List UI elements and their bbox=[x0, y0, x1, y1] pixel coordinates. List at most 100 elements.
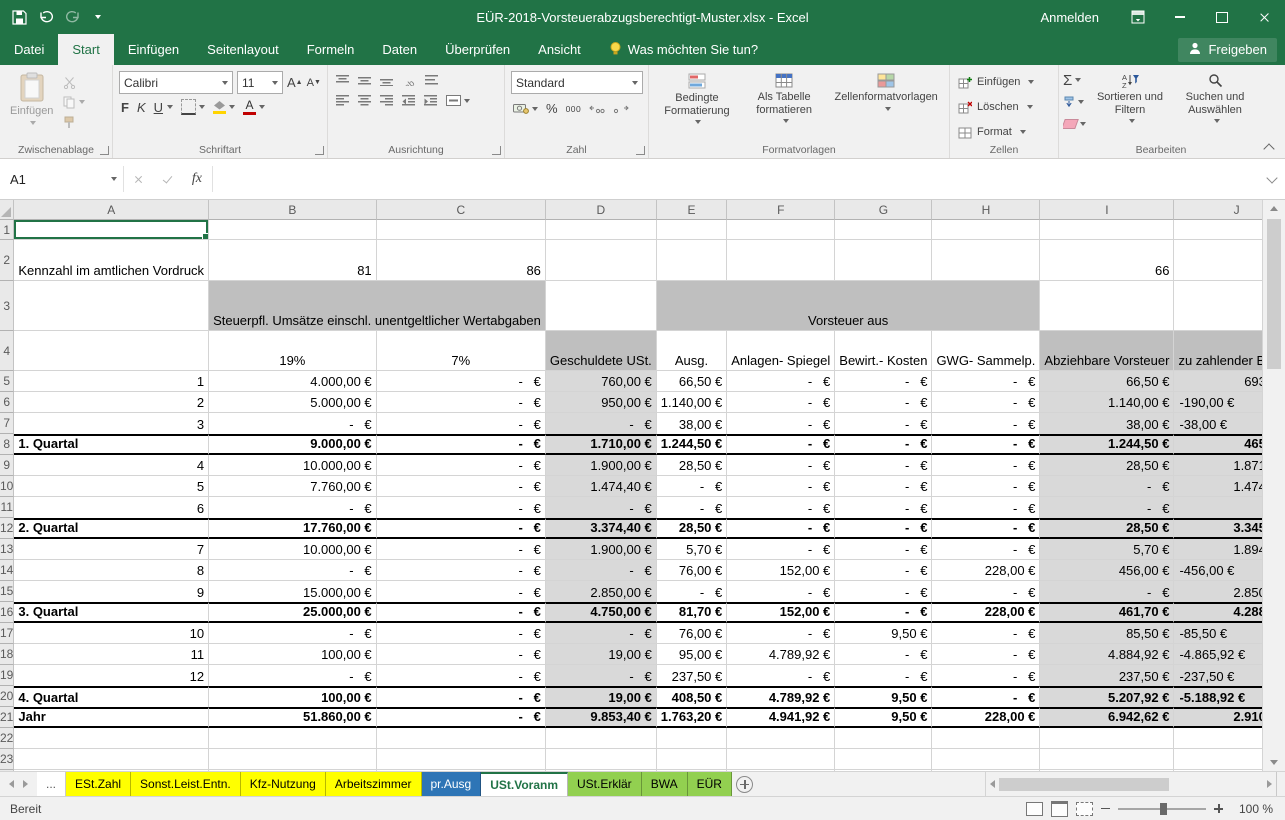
cell-D10[interactable]: 1.474,40 € bbox=[546, 476, 657, 497]
italic-button[interactable]: K bbox=[137, 100, 146, 115]
expand-formula-bar-icon[interactable] bbox=[1259, 166, 1285, 192]
cell-D9[interactable]: 1.900,00 € bbox=[546, 455, 657, 476]
scroll-down-icon[interactable] bbox=[1263, 754, 1285, 771]
cell-H18[interactable]: - € bbox=[932, 644, 1040, 665]
cell-G12[interactable]: - € bbox=[835, 518, 932, 539]
page-layout-view-icon[interactable] bbox=[1051, 801, 1068, 817]
cell-J23[interactable] bbox=[1174, 749, 1262, 770]
cell-A5[interactable]: 1 bbox=[14, 371, 209, 392]
cell-H22[interactable] bbox=[932, 728, 1040, 749]
cell-D19[interactable]: - € bbox=[546, 665, 657, 686]
cell-I21[interactable]: 6.942,62 € bbox=[1040, 707, 1174, 728]
cell-F14[interactable]: 152,00 € bbox=[727, 560, 835, 581]
format-painter-button[interactable] bbox=[63, 114, 85, 130]
cell-B20[interactable]: 100,00 € bbox=[209, 686, 377, 707]
fill-button[interactable] bbox=[1063, 94, 1086, 110]
next-sheet-icon[interactable] bbox=[23, 780, 28, 788]
row-header-14[interactable]: 14 bbox=[0, 560, 14, 581]
column-header-J[interactable]: J bbox=[1174, 200, 1262, 220]
cell-C14[interactable]: - € bbox=[377, 560, 546, 581]
cell-D7[interactable]: - € bbox=[546, 413, 657, 434]
borders-button[interactable] bbox=[181, 99, 205, 115]
cell-G7[interactable]: - € bbox=[835, 413, 932, 434]
cell-C23[interactable] bbox=[377, 749, 546, 770]
cell-F6[interactable]: - € bbox=[727, 392, 835, 413]
cell-G9[interactable]: - € bbox=[835, 455, 932, 476]
cell-I17[interactable]: 85,50 € bbox=[1040, 623, 1174, 644]
cell-G23[interactable] bbox=[835, 749, 932, 770]
cell-F22[interactable] bbox=[727, 728, 835, 749]
cell-F7[interactable]: - € bbox=[727, 413, 835, 434]
cell-I22[interactable] bbox=[1040, 728, 1174, 749]
close-button[interactable] bbox=[1243, 0, 1285, 34]
sheet-tab-overflow[interactable]: ... bbox=[37, 772, 66, 796]
normal-view-icon[interactable] bbox=[1026, 802, 1043, 816]
cell-B12[interactable]: 17.760,00 € bbox=[209, 518, 377, 539]
cell-E4[interactable]: Ausg. bbox=[657, 331, 727, 371]
insert-cells-button[interactable]: Einfügen bbox=[954, 71, 1054, 93]
cell-H14[interactable]: 228,00 € bbox=[932, 560, 1040, 581]
cell-A13[interactable]: 7 bbox=[14, 539, 209, 560]
sheet-tab-sonst.leist.entn.[interactable]: Sonst.Leist.Entn. bbox=[131, 772, 241, 796]
cell-C2[interactable]: 86 bbox=[377, 240, 546, 281]
cell-F9[interactable]: - € bbox=[727, 455, 835, 476]
cell-E18[interactable]: 95,00 € bbox=[657, 644, 727, 665]
formula-input[interactable] bbox=[213, 166, 1259, 192]
column-header-G[interactable]: G bbox=[835, 200, 932, 220]
merge-center-button[interactable] bbox=[446, 95, 470, 106]
cell-D12[interactable]: 3.374,40 € bbox=[546, 518, 657, 539]
paste-button[interactable]: Einfügen bbox=[4, 68, 59, 140]
cell-J22[interactable] bbox=[1174, 728, 1262, 749]
fill-color-button[interactable] bbox=[213, 101, 235, 114]
cell-J12[interactable]: 3.345,90 € bbox=[1174, 518, 1262, 539]
cell-A22[interactable] bbox=[14, 728, 209, 749]
cut-button[interactable] bbox=[63, 74, 85, 90]
cell-J7[interactable]: -38,00 € bbox=[1174, 413, 1262, 434]
cell-J10[interactable]: 1.474,40 € bbox=[1174, 476, 1262, 497]
cell-I3[interactable] bbox=[1040, 281, 1174, 331]
cell-B3[interactable]: Steuerpfl. Umsätze einschl. unentgeltlic… bbox=[209, 281, 546, 331]
cell-E17[interactable]: 76,00 € bbox=[657, 623, 727, 644]
cell-F12[interactable]: - € bbox=[727, 518, 835, 539]
cell-A7[interactable]: 3 bbox=[14, 413, 209, 434]
sort-filter-button[interactable]: AZ Sortieren und Filtern bbox=[1090, 68, 1170, 140]
cell-E12[interactable]: 28,50 € bbox=[657, 518, 727, 539]
cell-G15[interactable]: - € bbox=[835, 581, 932, 602]
zoom-level[interactable]: 100 % bbox=[1231, 802, 1273, 816]
percent-style-button[interactable]: % bbox=[546, 101, 558, 116]
zoom-slider-thumb[interactable] bbox=[1160, 803, 1167, 815]
ribbon-tab-überprüfen[interactable]: Überprüfen bbox=[431, 34, 524, 65]
font-family-select[interactable]: Calibri bbox=[119, 71, 233, 94]
cell-B1[interactable] bbox=[209, 220, 377, 240]
fill-handle[interactable] bbox=[202, 233, 209, 240]
cell-H13[interactable]: - € bbox=[932, 539, 1040, 560]
cell-C13[interactable]: - € bbox=[377, 539, 546, 560]
align-top-icon[interactable] bbox=[336, 75, 349, 86]
cell-B22[interactable] bbox=[209, 728, 377, 749]
ribbon-tab-datei[interactable]: Datei bbox=[0, 34, 58, 65]
column-header-H[interactable]: H bbox=[932, 200, 1040, 220]
cell-C1[interactable] bbox=[377, 220, 546, 240]
cell-I5[interactable]: 66,50 € bbox=[1040, 371, 1174, 392]
cell-I14[interactable]: 456,00 € bbox=[1040, 560, 1174, 581]
share-button[interactable]: Freigeben bbox=[1178, 38, 1277, 62]
column-header-C[interactable]: C bbox=[377, 200, 546, 220]
cell-A21[interactable]: Jahr bbox=[14, 707, 209, 728]
cell-F15[interactable]: - € bbox=[727, 581, 835, 602]
cell-A11[interactable]: 6 bbox=[14, 497, 209, 518]
row-header-17[interactable]: 17 bbox=[0, 623, 14, 644]
cell-B7[interactable]: - € bbox=[209, 413, 377, 434]
cell-G2[interactable] bbox=[835, 240, 932, 281]
row-header-19[interactable]: 19 bbox=[0, 665, 14, 686]
ribbon-display-options-icon[interactable] bbox=[1117, 0, 1159, 34]
cell-F[interactable] bbox=[727, 770, 835, 771]
cell-D23[interactable] bbox=[546, 749, 657, 770]
row-header-3[interactable]: 3 bbox=[0, 281, 14, 331]
cell-G6[interactable]: - € bbox=[835, 392, 932, 413]
cell-A4[interactable] bbox=[14, 331, 209, 371]
row-header-12[interactable]: 12 bbox=[0, 518, 14, 539]
sheet-tab-est.zahl[interactable]: ESt.Zahl bbox=[66, 772, 131, 796]
horizontal-scrollbar[interactable] bbox=[985, 772, 1276, 796]
cell-D5[interactable]: 760,00 € bbox=[546, 371, 657, 392]
cell-I1[interactable] bbox=[1040, 220, 1174, 240]
